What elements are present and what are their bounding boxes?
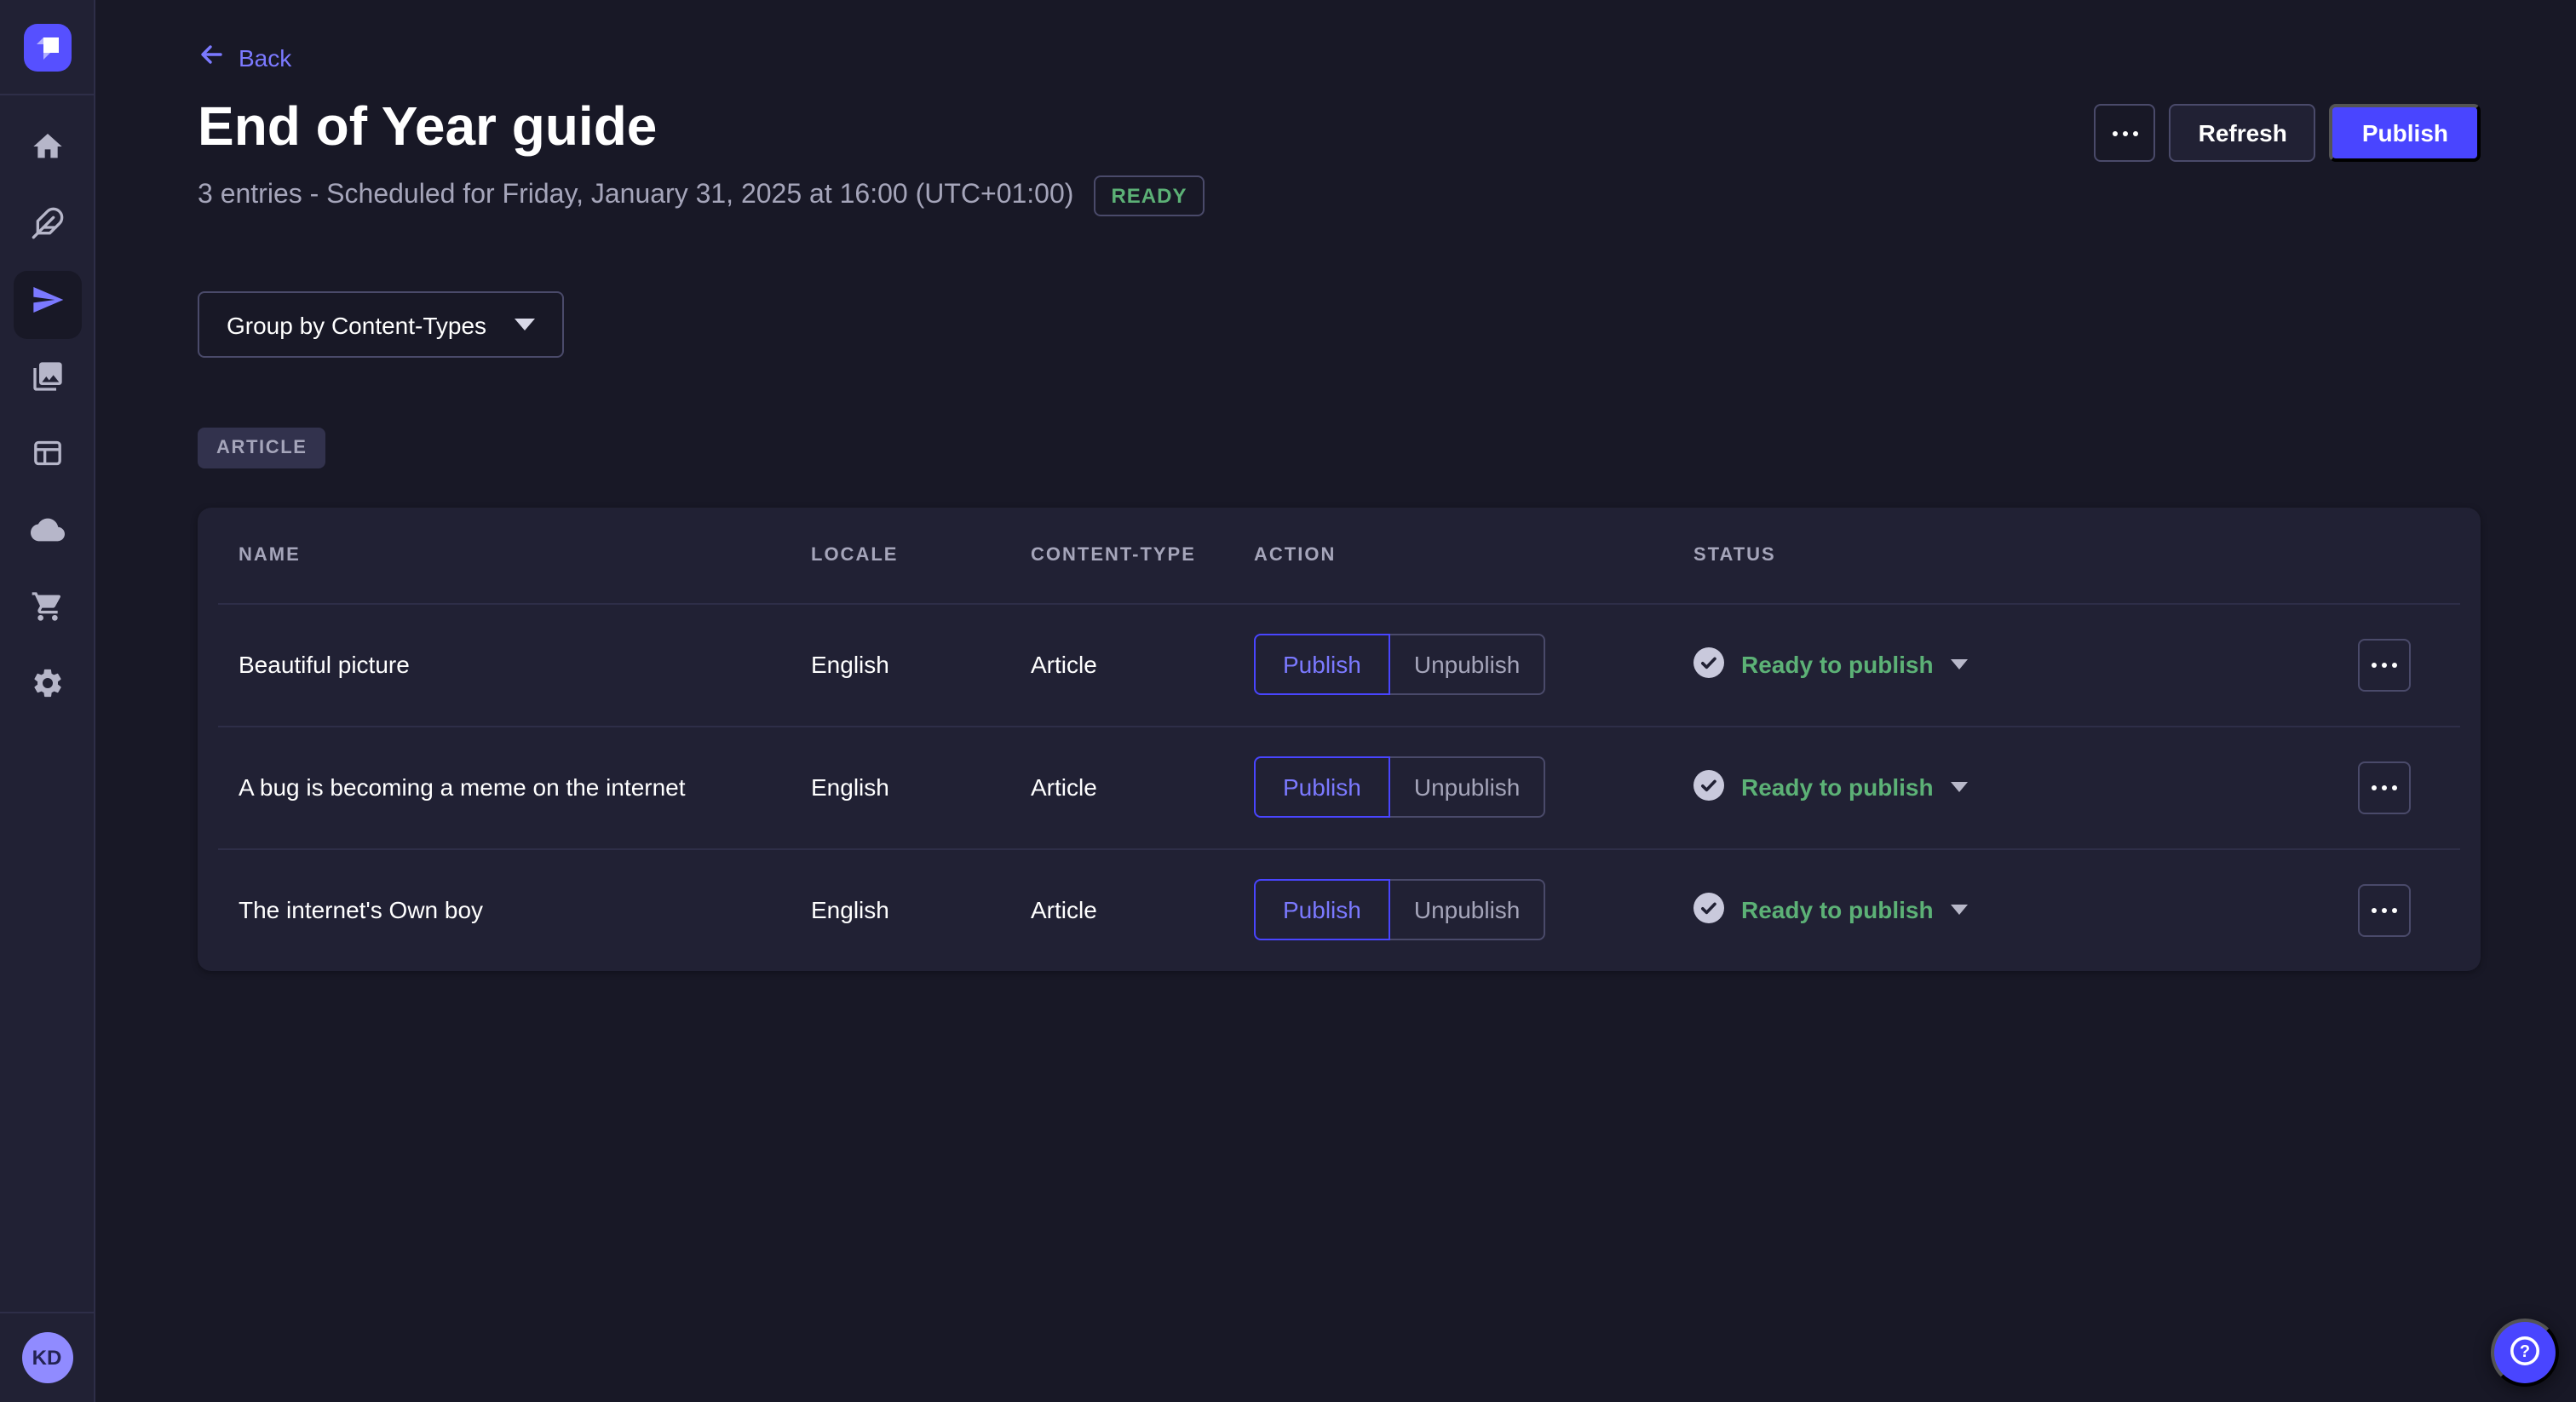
arrow-left-icon [198,41,225,73]
chevron-down-icon [514,319,534,330]
more-horizontal-icon [2372,907,2397,912]
workspace-logo-button[interactable] [0,0,94,95]
sidebar-item-deploy[interactable] [9,496,85,572]
release-schedule-text: 3 entries - Scheduled for Friday, Januar… [198,181,1073,211]
back-label: Back [239,43,291,71]
entry-status-dropdown[interactable]: Ready to publish [1693,646,2327,682]
layout-icon [30,436,64,479]
row-menu-button[interactable] [2358,638,2411,691]
entry-status-label: Ready to publish [1741,896,1934,923]
entry-name: A bug is becoming a meme on the internet [239,773,811,801]
row-unpublish-button[interactable]: Unpublish [1390,756,1546,818]
sidebar-item-settings[interactable] [9,649,85,726]
row-unpublish-button[interactable]: Unpublish [1390,879,1546,940]
paper-plane-icon [30,283,64,325]
more-horizontal-icon [2372,662,2397,667]
app-window: KD Back End of Year guide 3 entries - Sc… [0,0,2576,1402]
row-publish-button[interactable]: Publish [1254,879,1390,940]
check-circle-icon [1693,892,1724,928]
entry-status-dropdown[interactable]: Ready to publish [1693,769,2327,805]
row-publish-button[interactable]: Publish [1254,634,1390,695]
entry-content-type: Article [1031,896,1254,923]
sidebar-item-content[interactable] [9,189,85,266]
question-mark-circle-icon: ? [2508,1333,2542,1372]
entry-content-type: Article [1031,773,1254,801]
entries-table: NAME LOCALE CONTENT-TYPE ACTION STATUS B… [198,508,2481,971]
content-type-group-chip: ARTICLE [198,428,326,468]
table-row: The internet's Own boy English Article P… [198,848,2481,971]
table-header-row: NAME LOCALE CONTENT-TYPE ACTION STATUS [198,508,2481,603]
chevron-down-icon [1951,659,1968,669]
group-by-value: Group by Content-Types [227,311,486,338]
status-badge: READY [1094,175,1204,216]
row-menu-button[interactable] [2358,761,2411,813]
sidebar-item-marketplace[interactable] [9,572,85,649]
refresh-button[interactable]: Refresh [2170,104,2316,162]
entry-name: The internet's Own boy [239,896,811,923]
row-menu-button[interactable] [2358,883,2411,936]
entry-name: Beautiful picture [239,651,811,678]
sidebar-item-content-manager[interactable] [9,419,85,496]
entry-locale: English [811,896,1031,923]
table-row: A bug is becoming a meme on the internet… [198,726,2481,848]
column-header-locale: LOCALE [811,545,1031,566]
media-library-icon [30,359,64,402]
sidebar-item-home[interactable] [9,112,85,189]
page-title: End of Year guide [198,94,1204,158]
page-subtitle-row: 3 entries - Scheduled for Friday, Januar… [198,175,1204,216]
check-circle-icon [1693,646,1724,682]
sidebar: KD [0,0,95,1402]
svg-text:?: ? [2520,1342,2530,1360]
row-unpublish-button[interactable]: Unpublish [1390,634,1546,695]
entry-status-label: Ready to publish [1741,773,1934,801]
help-button[interactable]: ? [2491,1319,2559,1387]
page-header-left: End of Year guide 3 entries - Scheduled … [198,94,1204,216]
column-header-content-type: CONTENT-TYPE [1031,545,1254,566]
sidebar-footer: KD [0,1312,94,1402]
page-header: End of Year guide 3 entries - Scheduled … [198,94,2481,216]
chevron-down-icon [1951,782,1968,792]
release-more-button[interactable] [2095,104,2156,162]
back-link[interactable]: Back [198,41,291,73]
strapi-logo-icon [23,23,71,71]
column-header-status: STATUS [1693,545,2327,566]
feather-icon [30,206,64,249]
entry-locale: English [811,773,1031,801]
entry-status-dropdown[interactable]: Ready to publish [1693,892,2327,928]
sidebar-item-releases[interactable] [9,266,85,342]
group-by-select[interactable]: Group by Content-Types [198,291,563,358]
entry-status-label: Ready to publish [1741,651,1934,678]
row-publish-button[interactable]: Publish [1254,756,1390,818]
action-toggle: Publish Unpublish [1254,879,1693,940]
active-nav-highlight [13,270,81,338]
entry-locale: English [811,651,1031,678]
sidebar-item-media-library[interactable] [9,342,85,419]
publish-release-button[interactable]: Publish [2330,104,2481,162]
action-toggle: Publish Unpublish [1254,634,1693,695]
table-row: Beautiful picture English Article Publis… [198,603,2481,726]
more-horizontal-icon [2113,130,2138,135]
header-actions: Refresh Publish [2095,104,2481,162]
check-circle-icon [1693,769,1724,805]
sidebar-nav [9,112,85,726]
main-content: Back End of Year guide 3 entries - Sched… [95,0,2576,1402]
cart-icon [30,589,64,632]
cloud-icon [30,513,64,555]
user-avatar[interactable]: KD [21,1332,72,1383]
entry-content-type: Article [1031,651,1254,678]
more-horizontal-icon [2372,784,2397,790]
home-icon [30,129,64,172]
column-header-action: ACTION [1254,545,1693,566]
column-header-name: NAME [239,545,811,566]
action-toggle: Publish Unpublish [1254,756,1693,818]
chevron-down-icon [1951,905,1968,915]
gear-icon [30,666,64,709]
